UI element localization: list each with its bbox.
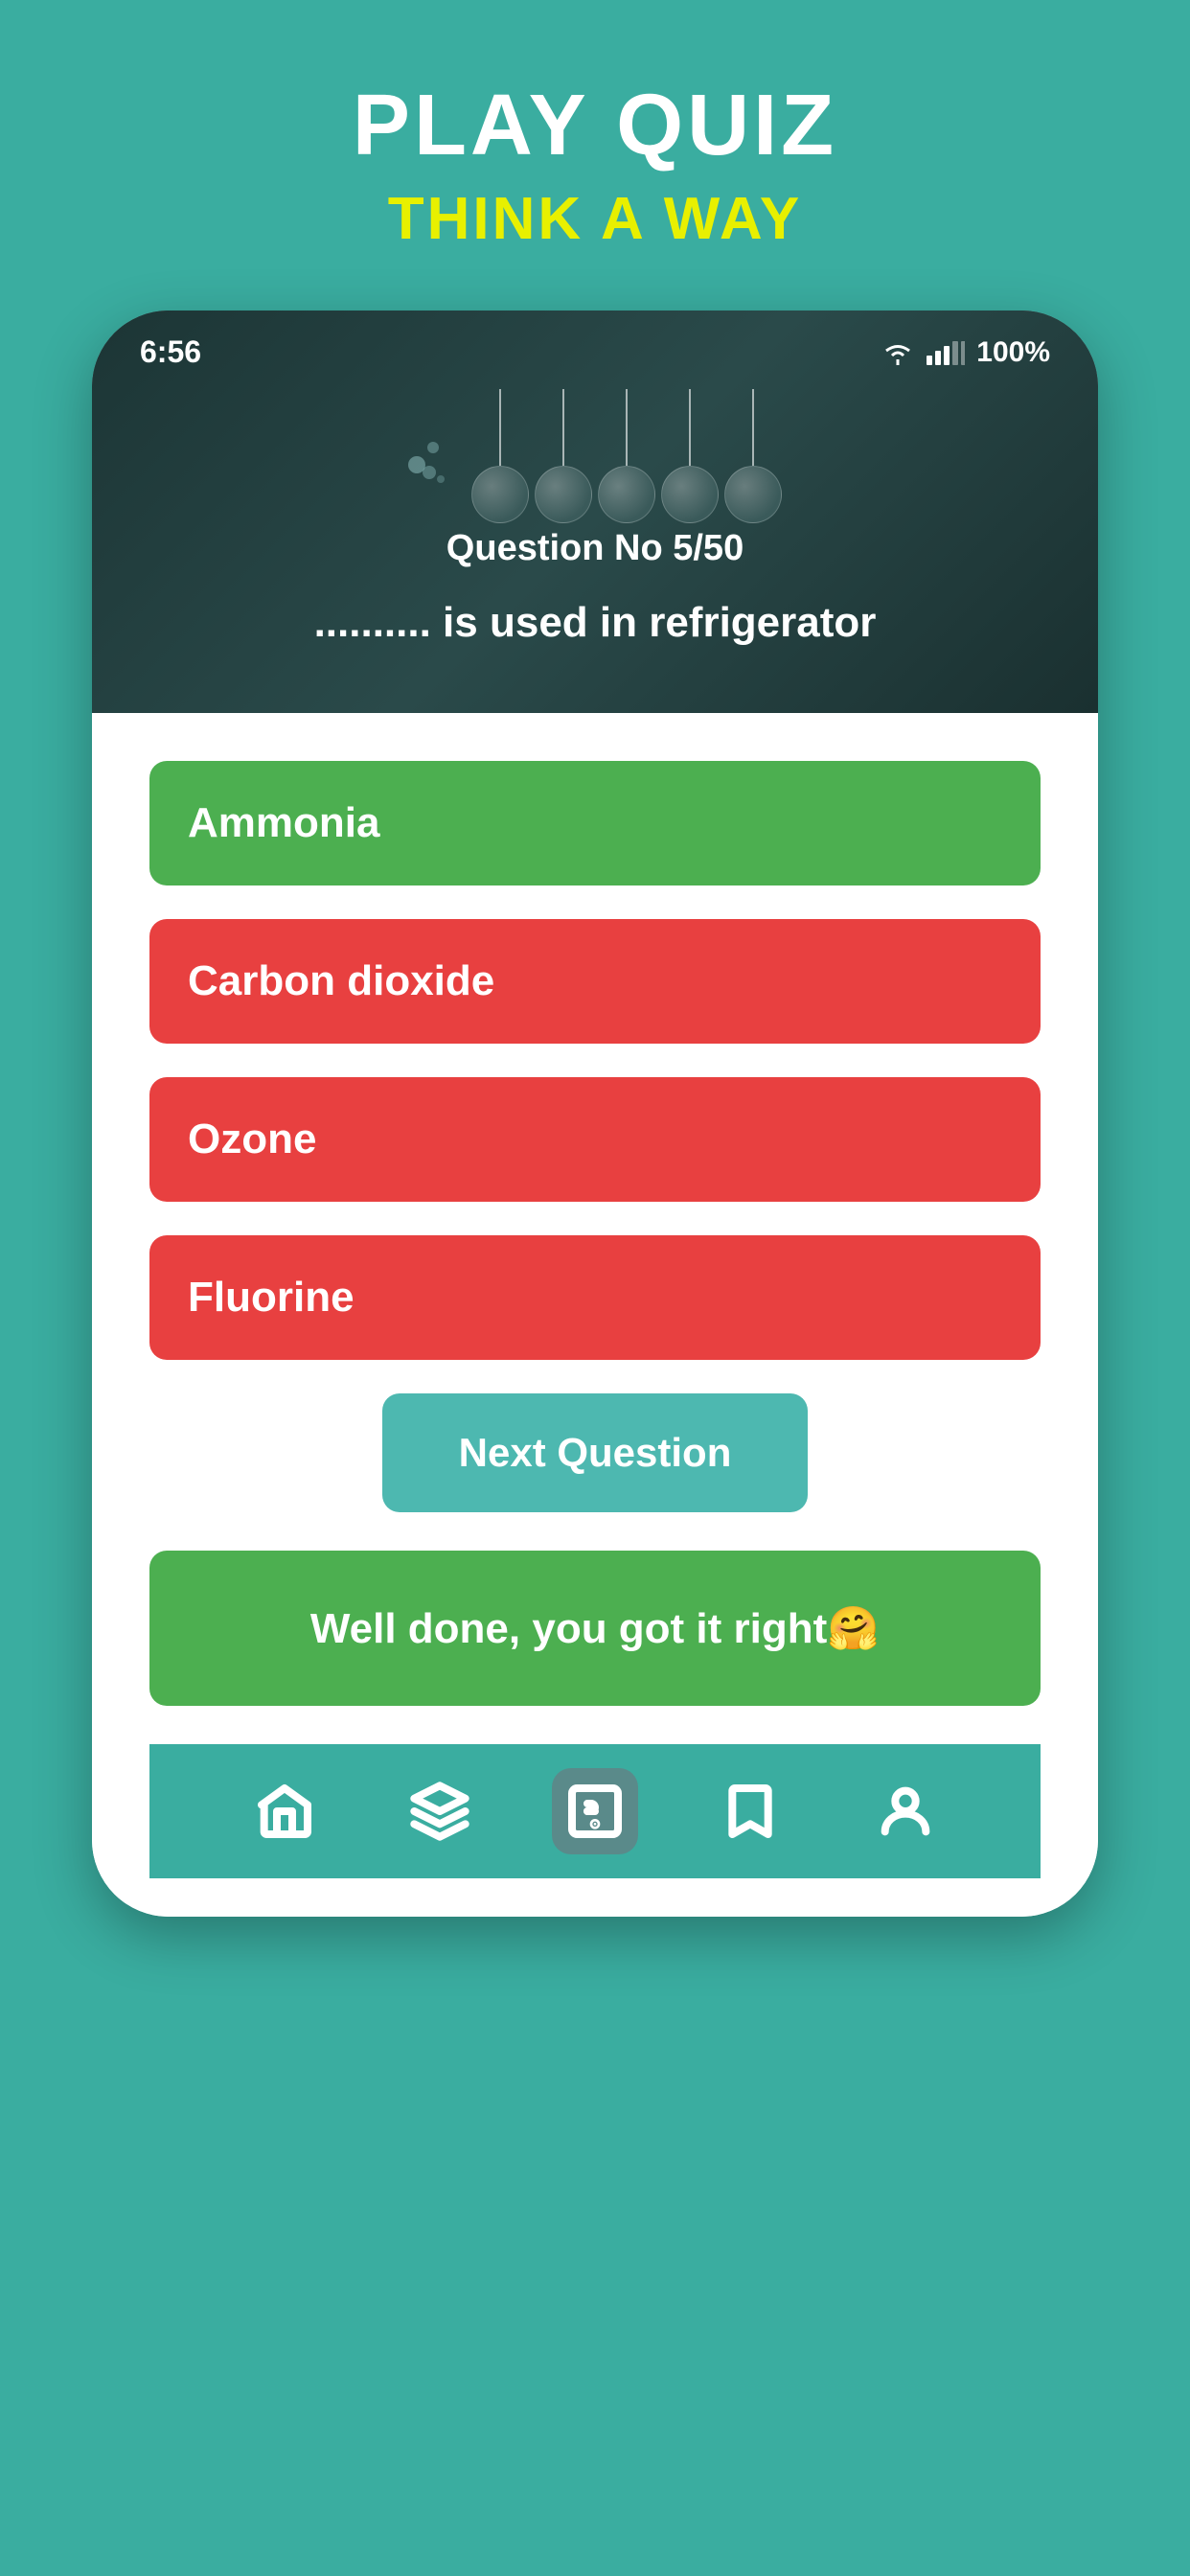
nav-help[interactable]	[397, 1768, 483, 1854]
ball-3	[598, 389, 655, 523]
answer-option-b[interactable]: Carbon dioxide	[149, 919, 1041, 1044]
page-title: PLAY QUIZ	[353, 77, 837, 175]
ball-4	[661, 389, 719, 523]
battery-text: 100%	[976, 336, 1050, 369]
answers-area: Ammonia Carbon dioxide Ozone Fluorine Ne…	[92, 713, 1098, 1917]
help-icon	[409, 1781, 470, 1842]
ball-5	[724, 389, 782, 523]
nav-quiz[interactable]	[552, 1768, 638, 1854]
wifi-icon	[881, 340, 915, 365]
page-subtitle: THINK A WAY	[388, 185, 803, 253]
question-number: Question No 5/50	[92, 514, 1098, 574]
question-text: .......... is used in refrigerator	[92, 574, 1098, 691]
nav-profile[interactable]	[862, 1768, 949, 1854]
answer-option-a[interactable]: Ammonia	[149, 761, 1041, 886]
signal-icon	[927, 340, 965, 365]
answer-option-d[interactable]: Fluorine	[149, 1235, 1041, 1360]
bookmark-icon	[720, 1781, 781, 1842]
nav-home[interactable]	[241, 1768, 328, 1854]
phone-frame: 6:56 100%	[92, 310, 1098, 1917]
feedback-box: Well done, you got it right🤗	[149, 1551, 1041, 1706]
status-time: 6:56	[140, 334, 201, 370]
feedback-text: Well done, you got it right🤗	[188, 1603, 1002, 1653]
bottom-nav	[149, 1744, 1041, 1878]
profile-icon	[875, 1781, 936, 1842]
nav-bookmark[interactable]	[707, 1768, 793, 1854]
home-icon	[254, 1781, 315, 1842]
ball-1	[471, 389, 529, 523]
answer-option-c[interactable]: Ozone	[149, 1077, 1041, 1202]
newton-cradle	[92, 380, 1098, 514]
status-icons: 100%	[881, 336, 1050, 369]
next-question-button[interactable]: Next Question	[382, 1393, 809, 1512]
phone-header: 6:56 100%	[92, 310, 1098, 713]
quiz-icon	[564, 1781, 626, 1842]
status-bar: 6:56 100%	[92, 310, 1098, 380]
ball-2	[535, 389, 592, 523]
